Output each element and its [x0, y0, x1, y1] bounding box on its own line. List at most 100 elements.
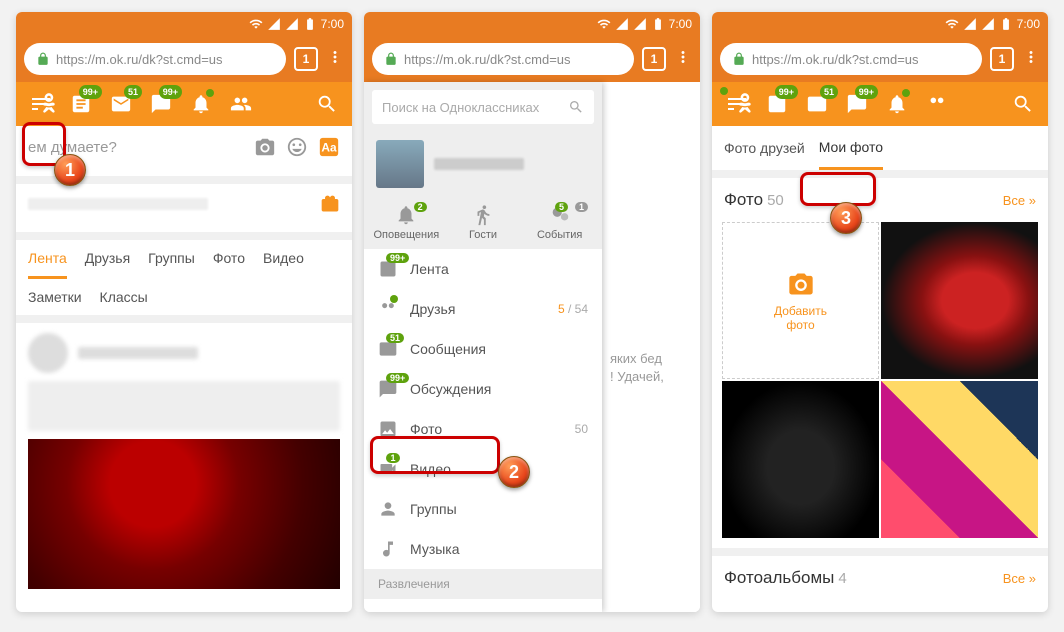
- url-bar[interactable]: https://m.ok.ru/dk?st.cmd=us: [720, 43, 982, 75]
- status-bar: 7:00: [16, 12, 352, 36]
- badge-dot: [206, 89, 214, 97]
- feed-post[interactable]: [16, 323, 352, 599]
- cell-guests[interactable]: Гости: [445, 204, 522, 241]
- tab-photo[interactable]: Фото: [213, 250, 245, 279]
- notifications-nav-icon[interactable]: [182, 85, 220, 123]
- badge: 2: [414, 202, 427, 212]
- signal-icon: [633, 17, 647, 31]
- drawer-menu: 99+Лента Друзья5 / 54 51Сообщения 99+Обс…: [364, 249, 602, 612]
- status-time: 7:00: [669, 17, 692, 31]
- lock-icon: [384, 52, 398, 66]
- lock-icon: [36, 52, 50, 66]
- tabs-button[interactable]: 1: [642, 47, 666, 71]
- url-text: https://m.ok.ru/dk?st.cmd=us: [56, 52, 223, 67]
- wifi-icon: [597, 17, 611, 31]
- search-icon: [568, 99, 584, 115]
- feed-nav-icon[interactable]: 99+: [758, 85, 796, 123]
- notifications-nav-icon[interactable]: [878, 85, 916, 123]
- svg-text:Aa: Aa: [321, 141, 337, 155]
- menu-button[interactable]: [22, 85, 60, 123]
- drawer-profile[interactable]: [364, 132, 602, 196]
- messages-nav-icon[interactable]: 51: [102, 85, 140, 123]
- composer-prompt: ем думаете?: [28, 139, 244, 156]
- ok-logo-icon: [738, 93, 752, 115]
- tab-groups[interactable]: Группы: [148, 250, 195, 279]
- tab-friends[interactable]: Друзья: [85, 250, 130, 279]
- phone-screen-2: 7:00 https://m.ok.ru/dk?st.cmd=us 1 яких…: [364, 12, 700, 612]
- post-image: [28, 439, 340, 589]
- badge: 99+: [159, 85, 182, 99]
- menu-music[interactable]: Музыка: [364, 529, 602, 569]
- menu-messages[interactable]: 51Сообщения: [364, 329, 602, 369]
- tabs-button[interactable]: 1: [294, 47, 318, 71]
- tab-video[interactable]: Видео: [263, 250, 304, 279]
- search-placeholder: Поиск на Одноклассниках: [382, 100, 562, 115]
- friends-nav-icon[interactable]: [222, 85, 260, 123]
- messages-nav-icon[interactable]: 51: [798, 85, 836, 123]
- discussions-nav-icon[interactable]: 99+: [142, 85, 180, 123]
- menu-photo[interactable]: Фото50: [364, 409, 602, 449]
- battery-icon: [303, 17, 317, 31]
- camera-icon[interactable]: [254, 136, 276, 158]
- signal-icon: [981, 17, 995, 31]
- menu-button[interactable]: [718, 85, 756, 123]
- phone-screen-1: 7:00 https://m.ok.ru/dk?st.cmd=us 1 99+ …: [16, 12, 352, 612]
- menu-groups[interactable]: Группы: [364, 489, 602, 529]
- tab-classes[interactable]: Классы: [100, 289, 148, 305]
- tab-feed[interactable]: Лента: [28, 250, 67, 279]
- content-behind-drawer: яких бед ! Удачей,: [602, 82, 700, 612]
- photo-tabs: Фото друзей Мои фото: [712, 126, 1048, 170]
- section-count: 4: [838, 570, 846, 587]
- phone-screen-3: 7:00 https://m.ok.ru/dk?st.cmd=us 1 99+ …: [712, 12, 1048, 612]
- url-text: https://m.ok.ru/dk?st.cmd=us: [752, 52, 919, 67]
- browser-more-button[interactable]: [326, 48, 344, 71]
- browser-more-button[interactable]: [674, 48, 692, 71]
- search-nav-icon[interactable]: [308, 85, 346, 123]
- menu-feed[interactable]: 99+Лента: [364, 249, 602, 289]
- photo-thumbnail[interactable]: [881, 222, 1038, 379]
- tabs-button[interactable]: 1: [990, 47, 1014, 71]
- url-text: https://m.ok.ru/dk?st.cmd=us: [404, 52, 571, 67]
- drawer-search[interactable]: Поиск на Одноклассниках: [372, 90, 594, 124]
- tab-my-photos[interactable]: Мои фото: [819, 127, 883, 170]
- menu-friends[interactable]: Друзья5 / 54: [364, 289, 602, 329]
- discussions-nav-icon[interactable]: 99+: [838, 85, 876, 123]
- browser-more-button[interactable]: [1022, 48, 1040, 71]
- url-bar[interactable]: https://m.ok.ru/dk?st.cmd=us: [24, 43, 286, 75]
- photo-grid: Добавить фото: [712, 222, 1048, 548]
- photo-thumbnail[interactable]: [881, 381, 1038, 538]
- feed-nav-icon[interactable]: 99+: [62, 85, 100, 123]
- view-all-link[interactable]: Все »: [1003, 571, 1036, 586]
- promo-row[interactable]: [16, 184, 352, 224]
- post-text: [28, 381, 340, 431]
- ok-top-nav: 99+ 51 99+: [16, 82, 352, 126]
- status-time: 7:00: [1017, 17, 1040, 31]
- menu-discussions[interactable]: 99+Обсуждения: [364, 369, 602, 409]
- menu-section-entertainment: Развлечения: [364, 569, 602, 599]
- add-photo-label: Добавить фото: [774, 304, 827, 332]
- tab-friends-photos[interactable]: Фото друзей: [724, 128, 805, 168]
- cell-notifications[interactable]: 2Оповещения: [368, 204, 445, 241]
- status-bar: 7:00: [364, 12, 700, 36]
- browser-bar: https://m.ok.ru/dk?st.cmd=us 1: [16, 36, 352, 82]
- avatar: [376, 140, 424, 188]
- text-style-icon[interactable]: Aa: [318, 136, 340, 158]
- view-all-link[interactable]: Все »: [1003, 193, 1036, 208]
- browser-bar: https://m.ok.ru/dk?st.cmd=us 1: [712, 36, 1048, 82]
- add-photo-button[interactable]: Добавить фото: [722, 222, 879, 379]
- photo-thumbnail[interactable]: [722, 381, 879, 538]
- status-bar: 7:00: [712, 12, 1048, 36]
- lock-icon: [732, 52, 746, 66]
- menu-video[interactable]: 1Видео: [364, 449, 602, 489]
- side-drawer: Поиск на Одноклассниках 2Оповещения Гост…: [364, 82, 602, 612]
- url-bar[interactable]: https://m.ok.ru/dk?st.cmd=us: [372, 43, 634, 75]
- photos-section-header: Фото50 Все »: [712, 178, 1048, 222]
- tab-notes[interactable]: Заметки: [28, 289, 82, 305]
- friends-nav-icon[interactable]: [918, 85, 956, 123]
- ok-logo-icon: [42, 93, 56, 115]
- cell-events[interactable]: 51События: [521, 204, 598, 241]
- emoji-icon[interactable]: [286, 136, 308, 158]
- drawer-top-cells: 2Оповещения Гости 51События: [364, 196, 602, 249]
- search-nav-icon[interactable]: [1004, 85, 1042, 123]
- wifi-icon: [249, 17, 263, 31]
